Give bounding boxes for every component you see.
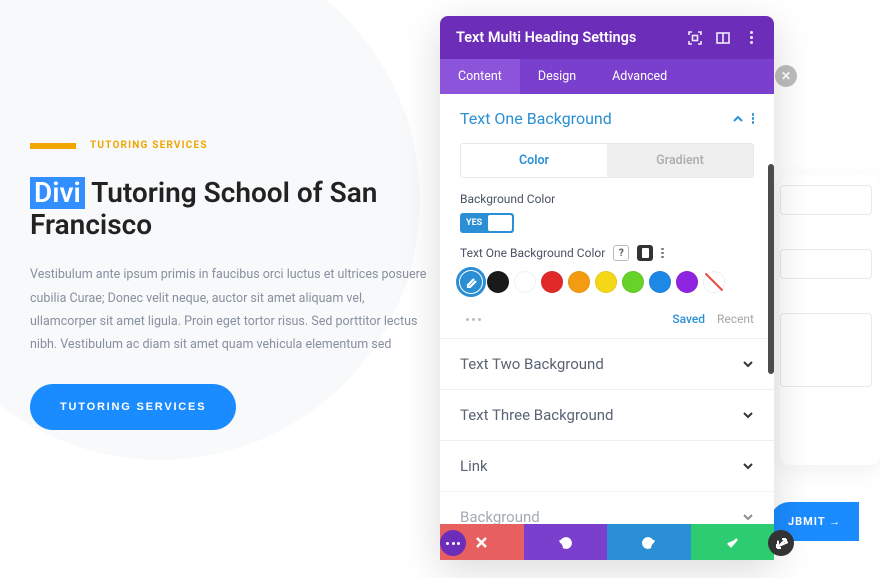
saved-link[interactable]: Saved [672, 312, 705, 326]
chevron-down-icon [742, 511, 754, 523]
eyebrow-row: TUTORING SERVICES [30, 140, 430, 151]
field-bg-color: Background Color YES [440, 192, 774, 245]
subtab-gradient[interactable]: Gradient [607, 144, 753, 177]
swatch[interactable] [487, 271, 509, 293]
toggle-label: YES [466, 218, 482, 228]
section-title: Background [460, 508, 540, 524]
recent-link[interactable]: Recent [717, 312, 754, 326]
section-more-icon[interactable] [752, 113, 755, 124]
field-more-icon[interactable] [661, 248, 664, 259]
swatch[interactable] [622, 271, 644, 293]
section-title: Text Two Background [460, 355, 604, 373]
save-button[interactable] [691, 524, 775, 560]
swatch-footer: Saved Recent [440, 305, 774, 338]
tab-content[interactable]: Content [440, 59, 520, 94]
form-input[interactable] [780, 185, 872, 215]
section-link[interactable]: Link [440, 440, 774, 491]
swatch[interactable] [676, 271, 698, 293]
chevron-down-icon [742, 358, 754, 370]
columns-icon[interactable] [716, 31, 730, 45]
chevron-down-icon [742, 460, 754, 472]
title-highlight[interactable]: Divi [30, 177, 85, 209]
module-fab[interactable] [440, 530, 466, 556]
panel-tabs: Content Design Advanced [440, 59, 774, 94]
swatch[interactable] [514, 271, 536, 293]
swatch-none[interactable] [703, 271, 725, 293]
panel-actions [440, 524, 774, 560]
accent-bar [30, 143, 76, 149]
swatch[interactable] [568, 271, 590, 293]
field-label: Text One Background Color [460, 246, 605, 260]
hero-body: Vestibulum ante ipsum primis in faucibus… [30, 263, 430, 356]
help-icon[interactable]: ? [613, 245, 629, 261]
panel-title: Text Multi Heading Settings [456, 29, 636, 46]
settings-panel: Text Multi Heading Settings Content Desi… [440, 16, 774, 560]
cta-button[interactable]: TUTORING SERVICES [30, 384, 236, 430]
field-label: Background Color [460, 192, 754, 206]
section-title: Text Three Background [460, 406, 613, 424]
color-swatches [460, 271, 754, 293]
chevron-down-icon [742, 409, 754, 421]
more-icon[interactable] [744, 31, 758, 45]
panel-header: Text Multi Heading Settings [440, 16, 774, 59]
swatch[interactable] [649, 271, 671, 293]
device-icon[interactable] [637, 245, 653, 261]
eyebrow-text: TUTORING SERVICES [90, 140, 208, 151]
hero-section: TUTORING SERVICES Divi Tutoring School o… [30, 140, 430, 430]
expand-fab[interactable] [768, 530, 794, 556]
section-title: Link [460, 457, 488, 475]
bg-color-toggle[interactable]: YES [460, 213, 514, 233]
redo-button[interactable] [607, 524, 691, 560]
expand-icon[interactable] [688, 31, 702, 45]
swatch-eyedropper[interactable] [460, 271, 482, 293]
section-text-three-bg[interactable]: Text Three Background [440, 389, 774, 440]
swatch-more-icon[interactable] [466, 318, 481, 321]
form-card [780, 175, 880, 465]
tab-advanced[interactable]: Advanced [594, 59, 685, 94]
page-title: Divi Tutoring School of San Francisco [30, 177, 430, 241]
swatch[interactable] [595, 271, 617, 293]
scrollbar[interactable] [768, 164, 774, 374]
field-text-one-bg-color: Text One Background Color ? [440, 245, 774, 305]
section-title: Text One Background [460, 109, 612, 128]
close-icon[interactable]: ✕ [775, 65, 797, 87]
chevron-up-icon[interactable] [732, 113, 744, 125]
toggle-knob [488, 215, 512, 231]
panel-body: Text One Background Color Gradient Backg… [440, 94, 774, 524]
subtabs: Color Gradient [460, 143, 754, 178]
subtab-color[interactable]: Color [461, 144, 607, 177]
swatch[interactable] [541, 271, 563, 293]
form-textarea[interactable] [780, 313, 872, 387]
section-text-two-bg[interactable]: Text Two Background [440, 338, 774, 389]
undo-button[interactable] [524, 524, 608, 560]
tab-design[interactable]: Design [520, 59, 594, 94]
section-background[interactable]: Background [440, 491, 774, 524]
section-text-one-bg[interactable]: Text One Background [440, 94, 774, 143]
header-icons [688, 31, 758, 45]
form-input[interactable] [780, 249, 872, 279]
